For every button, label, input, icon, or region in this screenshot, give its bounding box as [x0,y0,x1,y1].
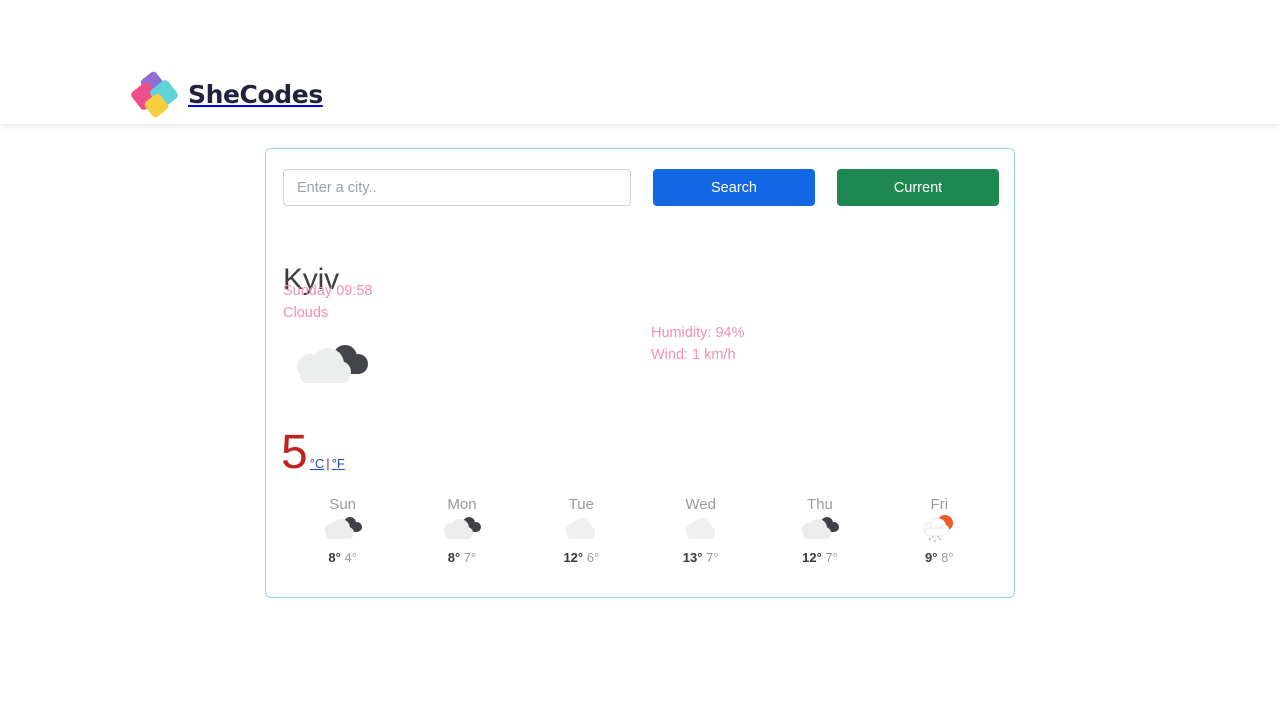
unit-separator: | [326,456,330,472]
shecodes-diamonds-logo-icon [129,70,180,119]
forecast-day-label: Sun [329,496,357,513]
forecast-temps: 9° 8° [880,551,999,564]
current-details: Humidity: 94% Wind: 1 km/h [651,323,744,366]
forecast-day-label: Mon [447,496,477,513]
current-location-button[interactable]: Current [837,169,999,206]
scattered-clouds-icon [677,518,725,550]
forecast-temps: 8° 4° [283,551,402,564]
forecast-min: 7° [706,550,719,565]
forecast-min: 7° [825,550,838,565]
current-description: Clouds [283,304,329,321]
temperature-value: 5 [281,426,308,479]
forecast-day: Sun 8° 4° [283,497,402,564]
forecast-max: 13° [682,550,703,565]
forecast-day: Fri 9° 8° [880,497,999,564]
fahrenheit-link[interactable]: °F [332,456,345,471]
forecast-max: 8° [328,550,341,565]
brand-logo-link[interactable]: SheCodes [129,70,323,119]
forecast-day-label: Thu [807,496,833,513]
brand-name: SheCodes [188,79,323,109]
forecast-day-label: Wed [685,496,716,513]
city-meta: Sunday 09:58 Clouds [283,281,373,324]
weekly-forecast: Sun 8° 4° Mon 8° 7° Tue 12° 6° Wed 13° 7… [283,497,999,564]
city-search-form: Search Current [283,169,999,206]
unit-toggle-links: °C | °F [310,456,345,475]
forecast-temps: 8° 7° [402,551,521,564]
forecast-max: 8° [447,550,461,565]
forecast-max: 12° [802,550,822,565]
forecast-min: 8° [941,550,954,565]
forecast-day: Thu 12° 7° [760,497,879,564]
humidity-value: Humidity: 94% [651,325,745,341]
celsius-link[interactable]: °C [310,456,325,471]
sun-rain-icon [915,515,963,550]
weather-card: Search Current Kyiv Sunday 09:58 Clouds … [265,148,1015,598]
forecast-temps: 12° 7° [760,551,879,564]
forecast-min: 4° [344,550,357,565]
forecast-day: Mon 8° 7° [402,497,521,564]
forecast-temps: 12° 6° [522,551,641,564]
temperature-block: 5 °C | °F [281,426,345,479]
broken-clouds-icon [796,517,844,550]
search-input[interactable] [283,169,631,206]
broken-clouds-icon [288,334,374,396]
current-datetime: Sunday 09:58 [283,283,373,299]
forecast-min: 7° [463,550,477,565]
wind-value: Wind: 1 km/h [651,346,736,363]
forecast-day-label: Tue [568,496,594,513]
forecast-max: 9° [925,550,938,565]
forecast-min: 6° [586,550,600,565]
broken-clouds-icon [319,517,367,550]
forecast-day-label: Fri [930,496,949,513]
broken-clouds-icon [438,517,486,550]
site-header: SheCodes [0,0,1280,124]
scattered-clouds-icon [557,518,605,550]
search-button[interactable]: Search [653,169,815,206]
forecast-day: Wed 13° 7° [641,497,760,564]
forecast-max: 12° [563,550,584,565]
forecast-temps: 13° 7° [641,551,760,564]
forecast-day: Tue 12° 6° [522,497,641,564]
